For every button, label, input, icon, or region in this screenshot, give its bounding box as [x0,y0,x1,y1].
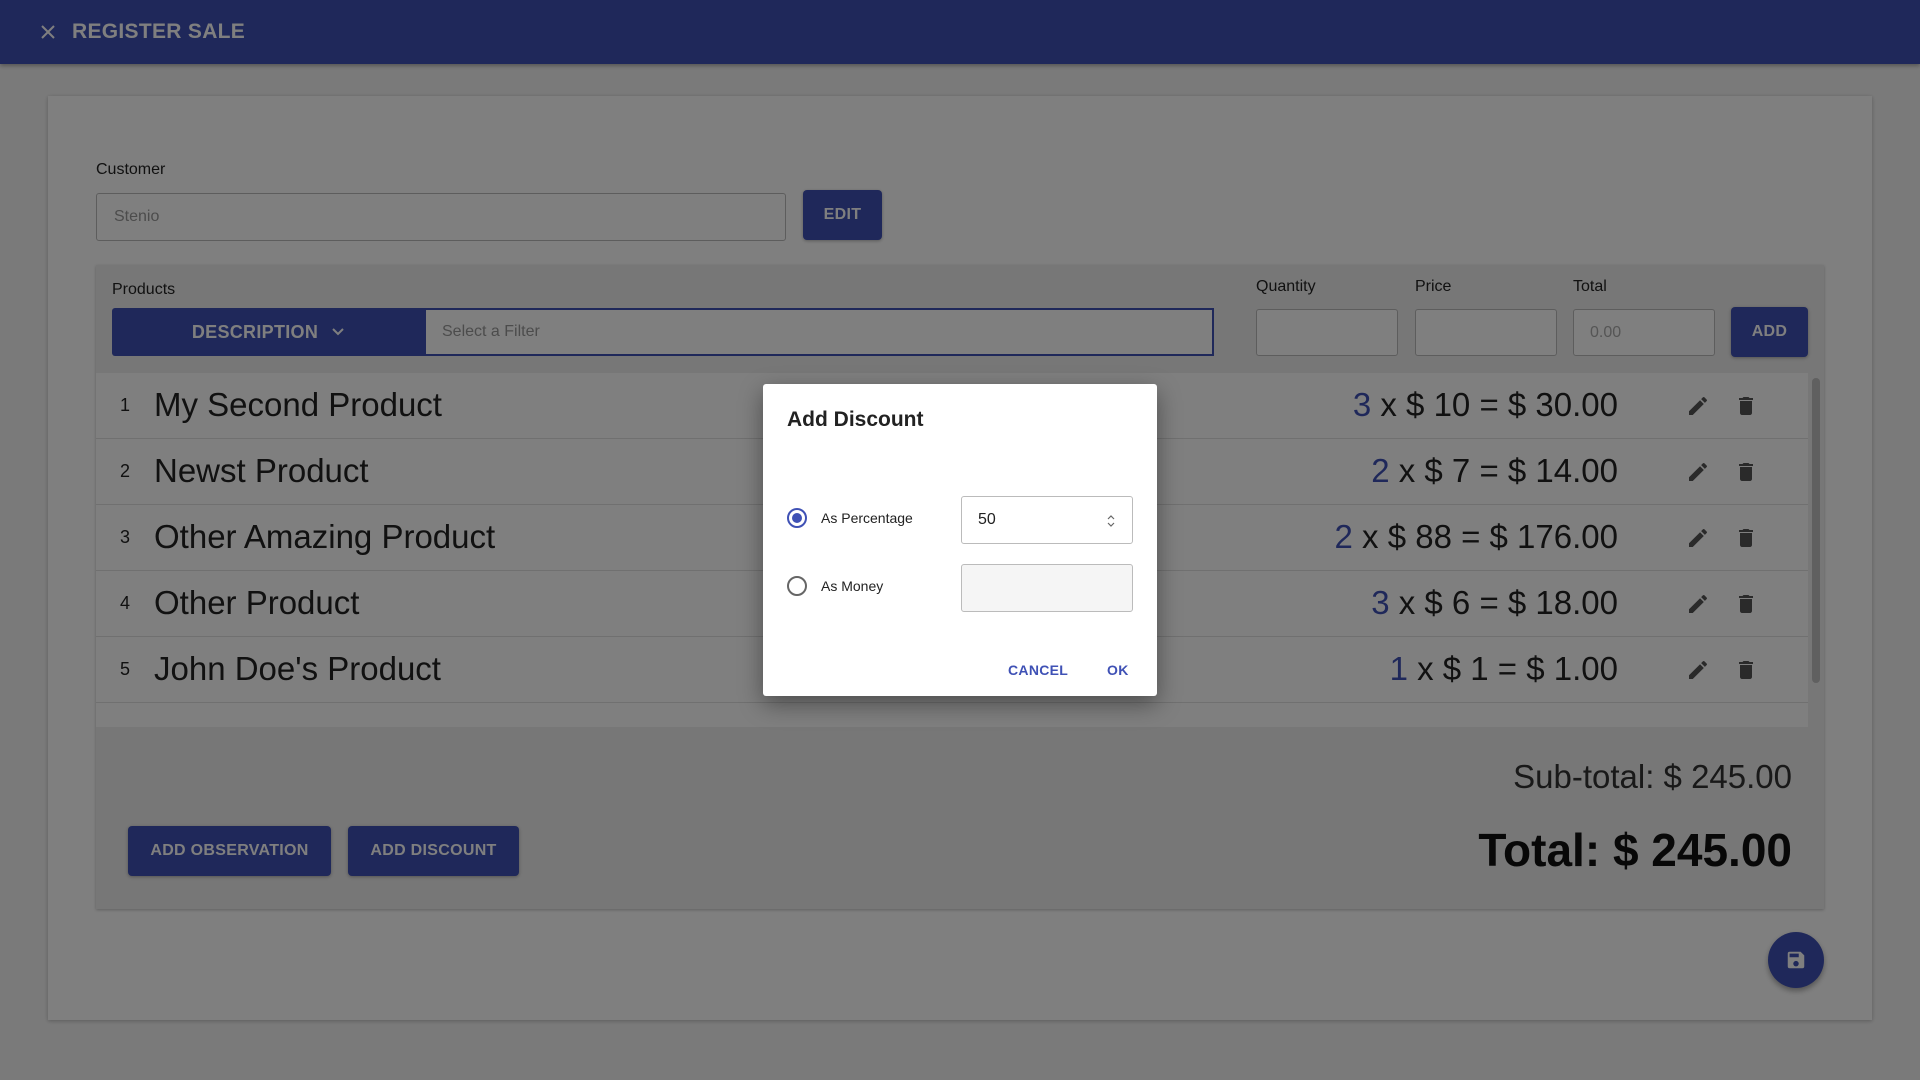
as-money-label: As Money [821,578,884,594]
percentage-input[interactable]: 50 [961,496,1133,544]
as-percentage-radio[interactable] [787,508,807,528]
ok-button[interactable]: OK [1107,662,1129,678]
cancel-button[interactable]: CANCEL [1008,662,1068,678]
as-percentage-label: As Percentage [821,510,913,526]
add-discount-dialog: Add Discount As Percentage 50 As Money C… [763,384,1157,696]
dialog-title: Add Discount [787,408,924,431]
number-spinner-icon[interactable] [1106,514,1116,528]
money-input[interactable] [961,564,1133,612]
as-money-radio[interactable] [787,576,807,596]
percentage-value: 50 [978,511,996,528]
